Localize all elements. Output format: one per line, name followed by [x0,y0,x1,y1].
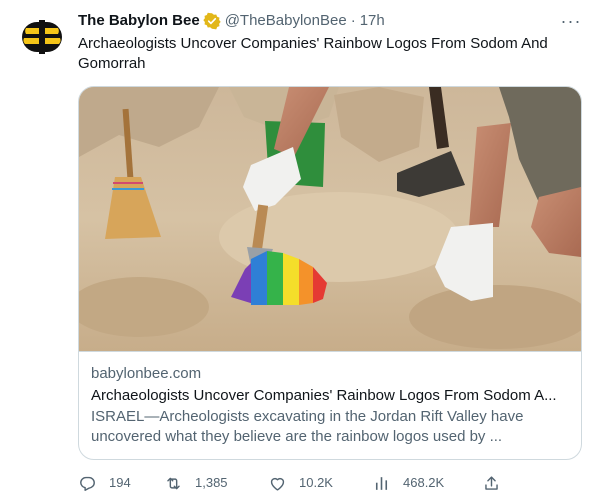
card-image[interactable] [79,87,581,351]
retweet-count: 1,385 [195,475,228,490]
bee-logo-icon [18,12,66,60]
tweet-header: The Babylon Bee @TheBabylonBee · 17h [78,11,385,31]
separator-dot: · [350,12,356,29]
share-icon [485,475,498,490]
heart-icon [270,477,285,491]
views-button[interactable]: 468.2K [372,470,444,496]
view-count: 468.2K [403,475,445,490]
reply-button[interactable]: 194 [78,470,131,496]
action-bar: 194 1,385 10.2K 468.2K [78,470,582,496]
avatar[interactable] [18,12,66,60]
views-chart-icon [375,476,388,490]
card-title: Archaeologists Uncover Companies' Rainbo… [91,387,557,404]
more-options-button[interactable]: ··· [558,8,584,34]
author-handle[interactable]: @TheBabylonBee [225,11,347,31]
link-card[interactable]: babylonbee.com Archaeologists Uncover Co… [78,86,582,460]
share-button[interactable] [482,470,501,496]
card-domain: babylonbee.com [91,365,202,382]
verified-badge-icon [203,12,221,30]
reply-icon [80,476,95,491]
like-count: 10.2K [299,475,333,490]
retweet-button[interactable]: 1,385 [164,470,228,496]
retweet-icon [167,477,180,489]
card-divider [79,351,581,352]
author-name[interactable]: The Babylon Bee [78,11,200,31]
reply-count: 194 [109,475,131,490]
card-description: ISRAEL—Archeologists excavating in the J… [91,408,524,445]
tweet-text: Archaeologists Uncover Companies' Rainbo… [78,35,548,72]
more-options-icon: ··· [560,11,582,31]
timestamp[interactable]: 17h [360,11,385,31]
like-button[interactable]: 10.2K [268,470,333,496]
tweet[interactable]: The Babylon Bee @TheBabylonBee · 17h ···… [0,0,598,504]
